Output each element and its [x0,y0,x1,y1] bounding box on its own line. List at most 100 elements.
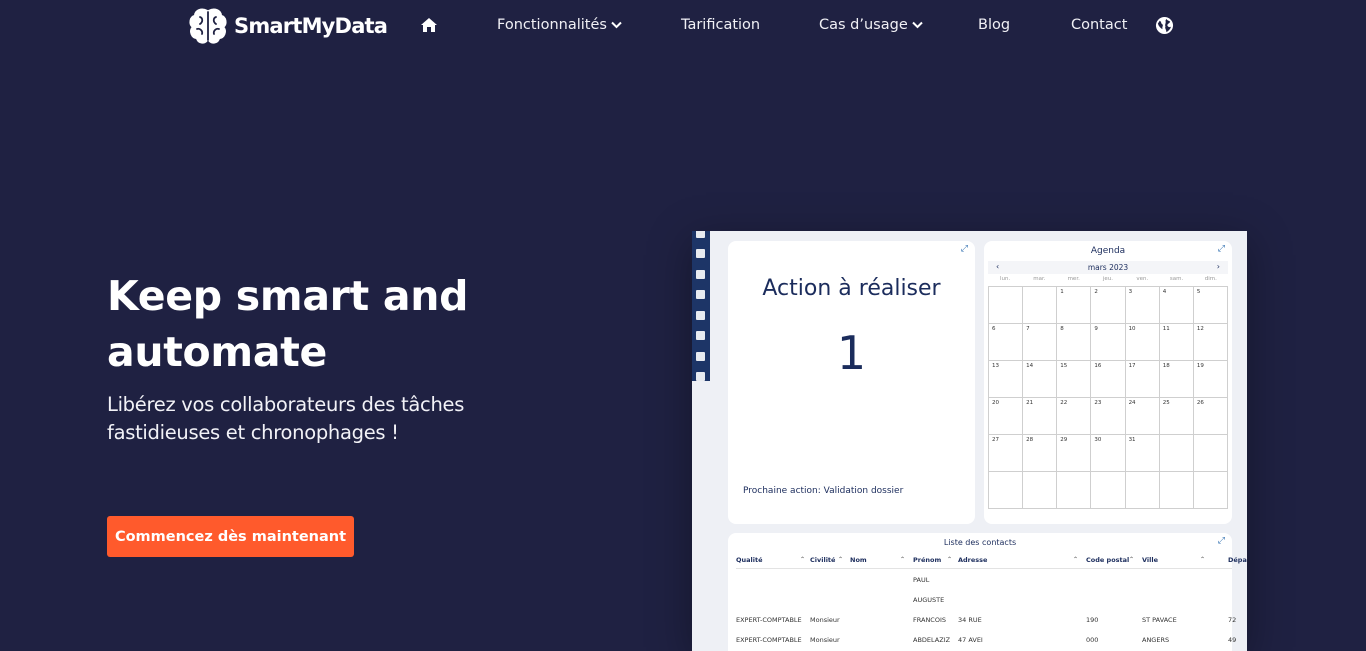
calendar-day-cell[interactable]: 7 [1023,324,1058,361]
weekday-label: mer. [1067,276,1080,282]
brand-logo[interactable]: SmartMyData [186,7,388,45]
calendar-day-cell[interactable] [1193,472,1228,509]
nav-pricing-link[interactable]: Tarification [681,17,760,33]
action-title: Action à réaliser [762,276,941,301]
calendar-day-cell[interactable]: 19 [1193,361,1228,398]
nav-features-label: Fonctionnalités [497,17,607,33]
agenda-card: Agenda ⤢ ‹ mars 2023 › lun. mar. mer. jeu. v… [984,241,1232,524]
calendar-day-cell[interactable] [1091,472,1126,509]
table-cell: 49 [1228,636,1237,644]
table-row[interactable]: PAUL [736,573,1232,589]
chevron-down-icon [912,21,923,29]
table-cell: ABDELAZIZ [913,636,951,644]
calendar-header: ‹ mars 2023 › [988,261,1228,274]
calendar-day-cell[interactable]: 17 [1125,361,1160,398]
calendar-day-cell[interactable]: 29 [1057,435,1092,472]
calendar-day-cell[interactable]: 20 [989,398,1024,435]
column-header[interactable]: Civilité [810,556,835,564]
calendar-grid: 1 2 3 4 5 6 7 8 9 10 11 12 13 14 15 16 17 18 19 20 21 22 23 24 2… [988,286,1228,509]
calendar-day-cell[interactable]: 23 [1091,398,1126,435]
calendar-day-cell[interactable] [1193,435,1228,472]
table-cell: 34 RUE [958,616,982,624]
rail-settings-icon [696,290,705,299]
expand-icon: ⤢ [1217,536,1225,546]
calendar-day-cell[interactable]: 16 [1091,361,1126,398]
calendar-day-cell[interactable]: 27 [989,435,1024,472]
column-header[interactable]: Prénom [913,556,941,564]
chevron-right-icon: › [1216,262,1220,271]
chevron-down-icon [611,21,622,29]
sort-icon[interactable]: ⌃ [900,556,905,563]
weekday-label: dim. [1204,276,1217,282]
column-header[interactable]: Ville [1142,556,1158,564]
get-started-button[interactable]: Commencez dès maintenant [107,516,354,557]
column-header[interactable]: Adresse [958,556,987,564]
calendar-day-cell[interactable]: 12 [1193,324,1228,361]
calendar-day-cell[interactable] [1159,435,1194,472]
calendar-day-cell[interactable]: 30 [1091,435,1126,472]
calendar-day-cell[interactable]: 14 [1023,361,1058,398]
calendar-day-cell[interactable]: 5 [1193,287,1228,324]
home-icon[interactable] [420,17,438,33]
sort-icon[interactable]: ⌃ [1200,556,1205,563]
calendar-day-cell[interactable]: 22 [1057,398,1092,435]
table-cell: ANGERS [1142,636,1170,644]
nav-use-cases-dropdown[interactable]: Cas d’usage [819,17,923,33]
column-header[interactable]: Nom [850,556,867,564]
calendar-day-cell[interactable] [1023,287,1058,324]
weekday-label: ven. [1136,276,1149,282]
calendar-day-cell[interactable] [1057,472,1092,509]
calendar-day-cell[interactable]: 4 [1159,287,1194,324]
calendar-day-cell[interactable]: 11 [1159,324,1194,361]
rail-database-icon [696,331,705,340]
table-row[interactable]: EXPERT-COMPTABLE Monsieur FRANCOIS 34 RUE 19… [736,613,1236,629]
globe-icon[interactable] [1155,16,1174,35]
calendar-day-cell[interactable]: 6 [989,324,1024,361]
weekday-label: mar. [1033,276,1046,282]
calendar-day-cell[interactable]: 25 [1159,398,1194,435]
rail-calculator-icon [696,372,705,381]
calendar-day-cell[interactable] [989,287,1024,324]
table-row[interactable]: EXPERT-COMPTABLE Monsieur ABDELAZIZ 47 AVEI… [736,633,1236,649]
calendar-day-cell[interactable] [1125,472,1160,509]
calendar-day-cell[interactable] [1023,472,1058,509]
sort-icon[interactable]: ⌃ [800,556,805,563]
calendar-day-cell[interactable]: 8 [1057,324,1092,361]
calendar-day-cell[interactable]: 3 [1125,287,1160,324]
rail-settings-icon [696,311,705,320]
brain-logo-icon [189,8,227,44]
nav-blog-label: Blog [978,17,1011,33]
calendar-day-cell[interactable]: 21 [1023,398,1058,435]
sort-icon[interactable]: ⌃ [1073,556,1078,563]
calendar-month: mars 2023 [1087,263,1129,272]
calendar-day-cell[interactable]: 1 [1057,287,1092,324]
calendar-day-cell[interactable] [989,472,1024,509]
calendar-day-cell[interactable]: 18 [1159,361,1194,398]
column-header[interactable]: Qualité [736,556,763,564]
column-header[interactable]: Code postal [1086,556,1129,564]
column-header[interactable]: Dépa [1228,556,1247,564]
calendar-day-cell[interactable]: 2 [1091,287,1126,324]
calendar-day-cell[interactable]: 15 [1057,361,1092,398]
calendar-day-cell[interactable]: 28 [1023,435,1058,472]
sort-icon[interactable]: ⌃ [1129,556,1134,563]
next-action-text: Prochaine action: Validation dossier [743,486,904,496]
calendar-day-cell[interactable]: 24 [1125,398,1160,435]
top-navigation: SmartMyData Fonctionnalités Tarification… [0,0,1366,52]
calendar-day-cell[interactable] [1159,472,1194,509]
calendar-day-cell[interactable]: 31 [1125,435,1160,472]
table-cell: PAUL [913,576,930,584]
table-row[interactable]: AUGUSTE [736,593,1232,609]
nav-features-dropdown[interactable]: Fonctionnalités [497,17,622,33]
table-cell: EXPERT-COMPTABLE [736,616,802,624]
sort-icon[interactable]: ⌃ [838,556,843,563]
weekday-label: lun. [1000,276,1011,282]
sort-icon[interactable]: ⌃ [947,556,952,563]
calendar-day-cell[interactable]: 13 [989,361,1024,398]
nav-contact-link[interactable]: Contact [1071,17,1127,33]
nav-blog-link[interactable]: Blog [978,17,1010,33]
calendar-day-cell[interactable]: 26 [1193,398,1228,435]
calendar-day-cell[interactable]: 10 [1125,324,1160,361]
rail-document-icon [696,352,705,361]
calendar-day-cell[interactable]: 9 [1091,324,1126,361]
